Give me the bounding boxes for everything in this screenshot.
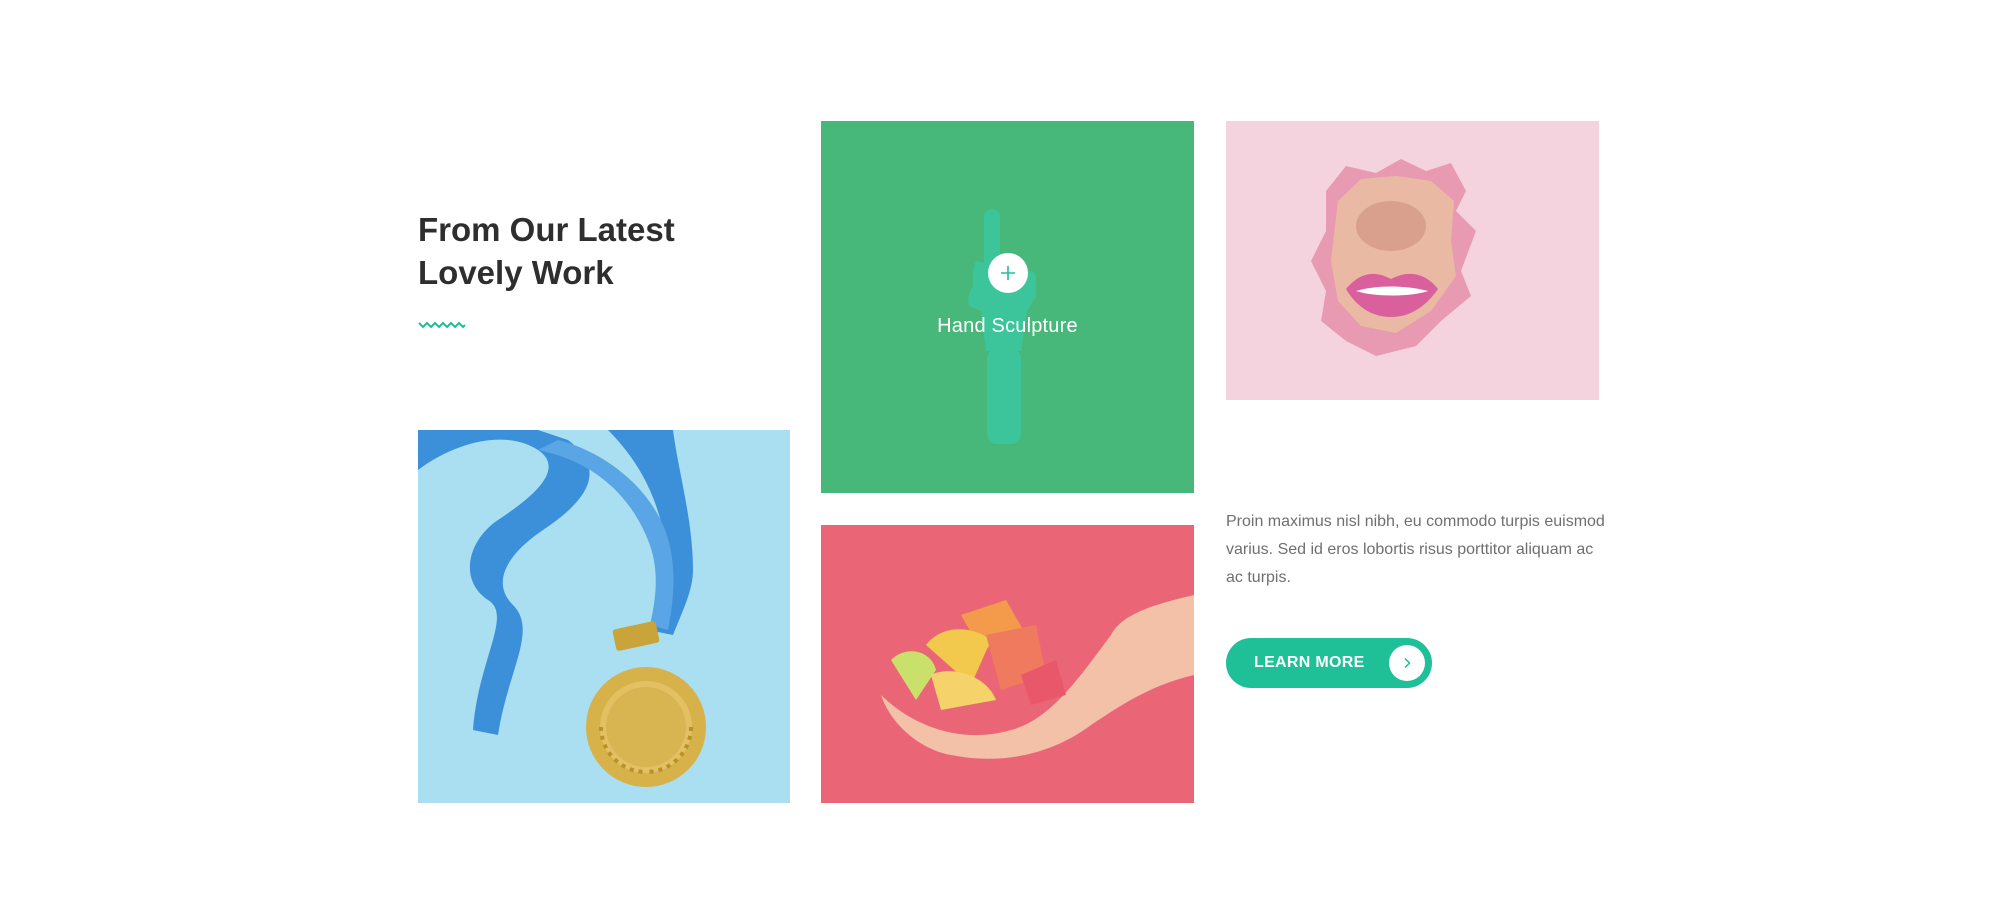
section-title: From Our Latest Lovely Work [418, 211, 675, 291]
learn-more-label: LEARN MORE [1254, 654, 1365, 671]
portfolio-item-hand-sculpture[interactable]: Hand Sculpture [821, 121, 1194, 493]
medal-image [418, 430, 790, 803]
chevron-right-icon [1389, 645, 1425, 681]
portfolio-item-medal[interactable] [418, 430, 790, 803]
wavy-divider-icon [418, 321, 466, 329]
plus-icon[interactable] [987, 252, 1028, 293]
learn-more-button[interactable]: LEARN MORE [1226, 638, 1432, 688]
latest-work-section: From Our Latest Lovely Work Hand Sculptu… [0, 0, 2000, 917]
portfolio-caption: Hand Sculpture [937, 314, 1078, 337]
description-text: Proin maximus nisl nibh, eu commodo turp… [1226, 513, 1605, 586]
portfolio-item-candy[interactable] [821, 525, 1194, 803]
lips-image [1226, 121, 1599, 400]
hover-overlay: Hand Sculpture [821, 121, 1194, 493]
portfolio-item-lips[interactable] [1226, 121, 1599, 400]
candy-image [821, 525, 1194, 803]
